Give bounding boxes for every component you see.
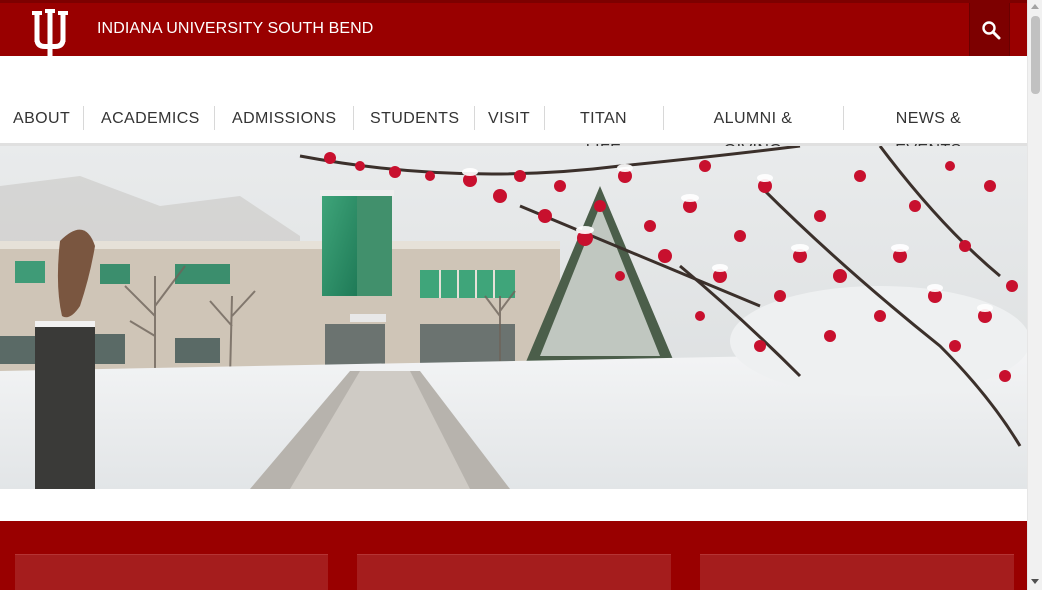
nav-item-titan-life[interactable]: TITAN LIFE (561, 103, 646, 159)
feature-card[interactable] (700, 554, 1014, 590)
hero-image (0, 146, 1027, 489)
feature-card[interactable] (357, 554, 671, 590)
nav-item-academics[interactable]: ACADEMICS (101, 103, 199, 135)
nav-separator (663, 106, 664, 130)
search-button[interactable] (969, 3, 1010, 56)
brand-bar: INDIANA UNIVERSITY SOUTH BEND (0, 0, 1027, 56)
nav-item-news-events[interactable]: NEWS & EVENTS (863, 103, 994, 159)
nav-item-about[interactable]: ABOUT (13, 103, 70, 135)
nav-item-visit[interactable]: VISIT (488, 103, 530, 135)
scrollbar-thumb[interactable] (1031, 16, 1040, 94)
nav-item-alumni-giving[interactable]: ALUMNI & GIVING (684, 103, 822, 159)
nav-separator (214, 106, 215, 130)
scroll-down-icon[interactable] (1031, 579, 1039, 584)
page-scrollbar[interactable] (1027, 0, 1042, 590)
nav-separator (843, 106, 844, 130)
search-icon (982, 21, 1001, 40)
nav-separator (544, 106, 545, 130)
nav-item-admissions[interactable]: ADMISSIONS (232, 103, 336, 135)
nav-item-students[interactable]: STUDENTS (370, 103, 459, 135)
feature-card[interactable] (15, 554, 328, 590)
nav-separator (474, 106, 475, 130)
brand-bar-top-line (0, 0, 1027, 3)
nav-separator (83, 106, 84, 130)
nav-separator (353, 106, 354, 130)
scroll-up-icon[interactable] (1031, 4, 1039, 9)
main-navigation: ABOUT ACADEMICS ADMISSIONS STUDENTS VISI… (0, 56, 1027, 159)
site-title[interactable]: INDIANA UNIVERSITY SOUTH BEND (97, 20, 373, 38)
